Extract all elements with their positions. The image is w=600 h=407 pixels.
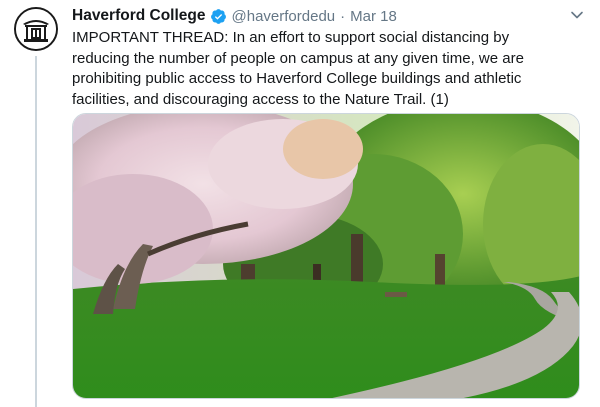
tweet-date[interactable]: Mar 18 bbox=[350, 8, 397, 25]
chevron-down-icon[interactable] bbox=[568, 6, 586, 28]
thread-connector-line bbox=[35, 56, 37, 407]
tweet-photo[interactable] bbox=[72, 113, 580, 399]
tweet-text: IMPORTANT THREAD: In an effort to suppor… bbox=[72, 29, 524, 108]
college-building-logo-icon bbox=[16, 9, 56, 49]
tweet-header: Haverford College @haverfordedu · Mar 18 bbox=[72, 6, 586, 26]
separator-dot: · bbox=[340, 7, 346, 25]
nature-trail-photo bbox=[73, 114, 579, 398]
user-handle[interactable]: @haverfordedu bbox=[232, 8, 336, 25]
avatar[interactable] bbox=[14, 7, 58, 51]
verified-badge-icon bbox=[210, 8, 227, 25]
display-name[interactable]: Haverford College bbox=[72, 7, 206, 25]
